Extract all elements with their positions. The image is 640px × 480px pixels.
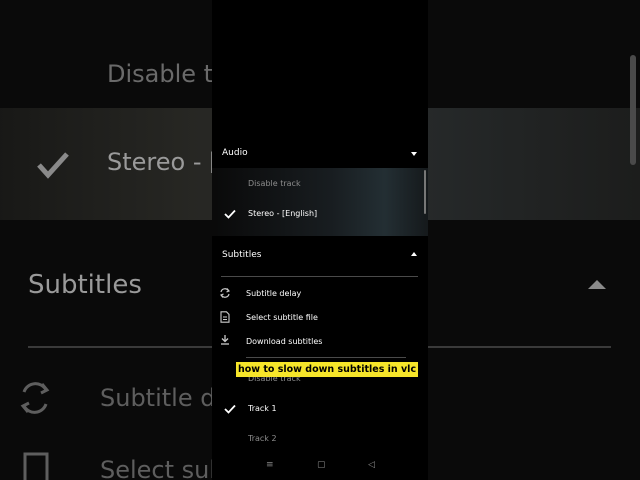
chevron-up-icon xyxy=(411,252,417,256)
recent-apps-icon[interactable]: ≡ xyxy=(266,460,274,470)
bg-scrollbar xyxy=(630,55,636,165)
bg-check-icon xyxy=(37,152,69,179)
audio-track-label: Stereo - [English] xyxy=(248,209,318,218)
subtitles-header-label: Subtitles xyxy=(222,250,262,260)
audio-track-label: Disable track xyxy=(248,179,301,188)
panel-scrollbar[interactable] xyxy=(424,170,426,214)
bg-file-icon xyxy=(23,452,49,480)
sync-icon xyxy=(220,288,230,298)
select-subtitle-file-label: Select subtitle file xyxy=(246,313,318,322)
check-icon xyxy=(224,404,236,414)
bg-subtitles-text: Subtitles xyxy=(28,270,142,300)
subtitle-track-item[interactable]: Track 2 xyxy=(212,425,428,453)
chevron-down-icon xyxy=(411,152,417,156)
video-caption: how to slow down subtitles in vlc xyxy=(236,362,419,377)
subtitles-header-divider xyxy=(221,276,418,277)
bg-select-subtitle-text: Select sub xyxy=(100,456,225,480)
subtitle-track-item[interactable]: Track 1 xyxy=(212,395,428,423)
file-icon xyxy=(220,311,230,323)
home-icon[interactable]: ▢ xyxy=(317,460,326,470)
subtitles-section-header[interactable]: Subtitles xyxy=(212,242,428,270)
back-icon[interactable]: ◁ xyxy=(368,460,375,470)
bg-sync-icon xyxy=(20,382,50,414)
subtitle-delay-label: Subtitle delay xyxy=(246,289,302,298)
subtitle-track-label: Track 1 xyxy=(248,404,277,413)
audio-header-label: Audio xyxy=(222,148,248,158)
audio-track-item[interactable]: Stereo - [English] xyxy=(212,200,428,228)
bg-collapse-arrow-icon xyxy=(588,280,606,289)
download-subtitles-item[interactable]: Download subtitles xyxy=(212,328,428,356)
download-icon xyxy=(221,335,229,345)
audio-track-item[interactable]: Disable track xyxy=(212,170,428,198)
track-selection-panel: Audio Disable track Stereo - [English] S… xyxy=(212,0,428,480)
check-icon xyxy=(224,209,236,219)
subtitle-actions-divider xyxy=(246,357,406,358)
bg-subtitle-delay-text: Subtitle de xyxy=(100,384,231,412)
audio-section-header[interactable]: Audio xyxy=(212,140,428,168)
download-subtitles-label: Download subtitles xyxy=(246,337,323,346)
subtitle-track-label: Track 2 xyxy=(248,434,277,443)
